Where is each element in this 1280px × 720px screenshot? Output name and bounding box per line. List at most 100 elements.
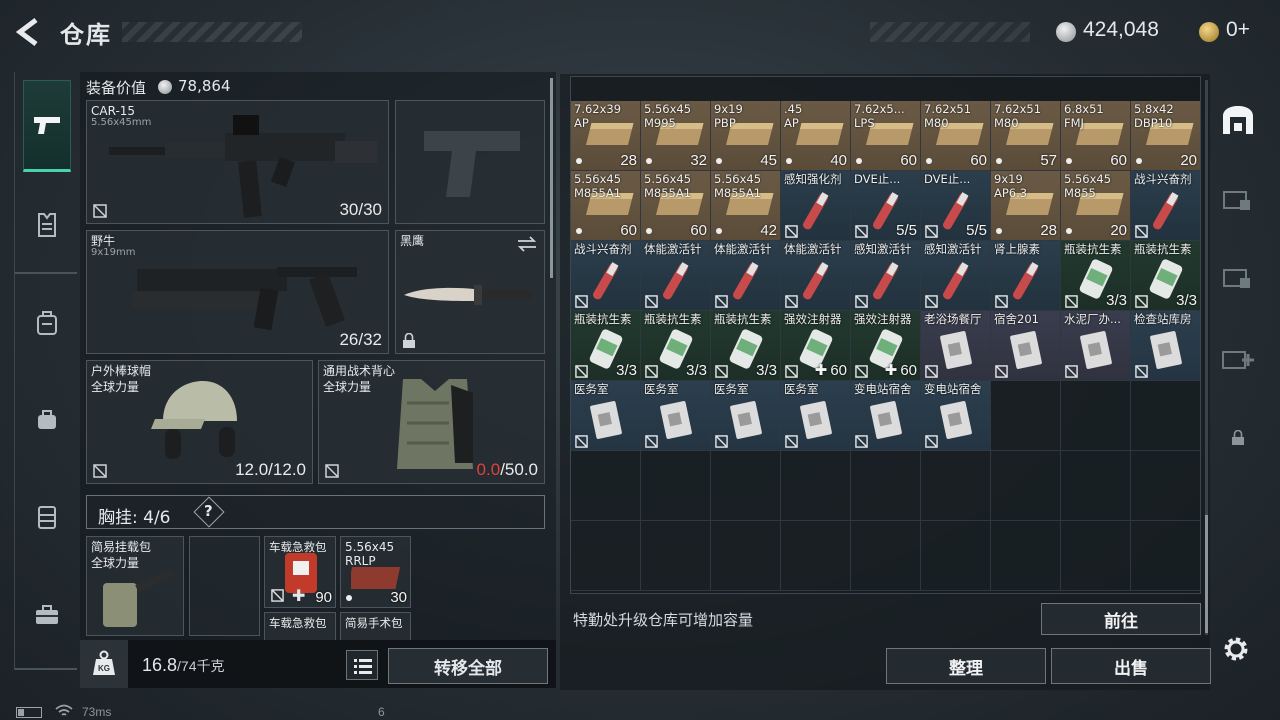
storage-cell[interactable]: 7.62x5... LPS 60 xyxy=(851,101,921,171)
chest-item-slot[interactable]: 车载急救包 ✚ 90 xyxy=(264,536,336,608)
storage-tab-locked[interactable] xyxy=(1214,408,1262,468)
chest-item-slot[interactable]: 车载急救包 xyxy=(264,612,336,640)
storage-cell-empty[interactable] xyxy=(571,451,641,521)
storage-cell-empty[interactable] xyxy=(641,521,711,591)
storage-cell[interactable]: DVE止... 5/5 xyxy=(851,171,921,241)
storage-cell[interactable]: 瓶装抗生素 3/3 xyxy=(1131,241,1200,311)
rail-tab-bag[interactable] xyxy=(23,394,71,444)
storage-cell[interactable]: 战斗兴奋剂 xyxy=(1131,171,1200,241)
helmet-slot[interactable]: 户外棒球帽 全球力量 12.0/12.0 xyxy=(86,360,313,484)
storage-cell-empty[interactable] xyxy=(851,451,921,521)
storage-cell[interactable]: 6.8x51 FMJ 60 xyxy=(1061,101,1131,171)
storage-cell[interactable]: 水泥厂办... xyxy=(1061,311,1131,381)
empty-slot[interactable] xyxy=(189,536,260,636)
rail-tab-weapons[interactable] xyxy=(23,80,71,172)
storage-cell[interactable]: 60 xyxy=(851,76,921,77)
storage-cell-empty[interactable] xyxy=(921,451,991,521)
storage-cell[interactable]: 7.62x51 M80 57 xyxy=(991,101,1061,171)
storage-cell-empty[interactable] xyxy=(711,451,781,521)
gold-balance[interactable]: 0+ xyxy=(1226,18,1250,42)
storage-cell[interactable]: 7.62x51 M80 60 xyxy=(921,101,991,171)
secondary-weapon-slot[interactable]: 野牛 9x19mm 26/32 xyxy=(86,230,389,354)
rail-tab-armor[interactable] xyxy=(23,200,71,250)
storage-grid[interactable]: ⛉ 50⛉ 50⛉ 501060357.62x39 AP285.56x45 M9… xyxy=(570,76,1201,594)
sell-button[interactable]: 出售 xyxy=(1051,648,1211,684)
armor-slot[interactable]: 通用战术背心 全球力量 0.0/50.0 xyxy=(318,360,545,484)
storage-cell[interactable]: 宿舍201 xyxy=(991,311,1061,381)
storage-cell[interactable]: 体能激活针 xyxy=(781,241,851,311)
sort-button[interactable]: 整理 xyxy=(886,648,1046,684)
storage-cell[interactable]: 强效注射器 ✚ 60 xyxy=(781,311,851,381)
transfer-all-button[interactable]: 转移全部 xyxy=(388,648,548,684)
storage-cell-empty[interactable] xyxy=(1061,381,1131,451)
rail-tab-toolbox[interactable] xyxy=(23,590,71,640)
chest-item-slot[interactable]: 5.56x45 RRLP 30 xyxy=(340,536,411,608)
storage-cell[interactable]: 检查站库房 xyxy=(1131,311,1200,381)
storage-cell[interactable]: 医务室 xyxy=(641,381,711,451)
storage-cell-empty[interactable] xyxy=(991,451,1061,521)
storage-cell[interactable]: 瓶装抗生素 3/3 xyxy=(1061,241,1131,311)
goto-button[interactable]: 前往 xyxy=(1041,603,1201,635)
storage-cell[interactable]: 5.56x45 M855A1 60 xyxy=(641,171,711,241)
storage-cell[interactable]: ⛉ 50 xyxy=(641,76,711,77)
storage-cell-empty[interactable] xyxy=(1131,381,1200,451)
storage-tab-3[interactable] xyxy=(1214,246,1262,306)
storage-cell-empty[interactable] xyxy=(851,521,921,591)
chest-item-slot[interactable]: 简易手术包 xyxy=(340,612,411,640)
storage-cell[interactable]: 变电站宿舍 xyxy=(921,381,991,451)
storage-cell[interactable]: .45 AP 40 xyxy=(781,101,851,171)
storage-cell[interactable]: 体能激活针 xyxy=(711,241,781,311)
storage-cell-empty[interactable] xyxy=(921,521,991,591)
storage-cell-empty[interactable] xyxy=(1061,521,1131,591)
chest-rig-slot[interactable]: 简易挂载包 全球力量 xyxy=(86,536,184,636)
storage-scrollbar-thumb[interactable] xyxy=(1205,515,1208,633)
storage-cell[interactable]: 10 xyxy=(781,76,851,77)
storage-cell[interactable]: 7.62x39 AP 28 xyxy=(571,101,641,171)
storage-cell[interactable]: 体能激活针 xyxy=(641,241,711,311)
storage-cell[interactable]: 9x19 PBP 45 xyxy=(711,101,781,171)
storage-cell[interactable]: 9x19 AP6.3 28 xyxy=(991,171,1061,241)
storage-cell[interactable]: 感知激活针 xyxy=(851,241,921,311)
melee-slot[interactable]: 黑鹰 xyxy=(395,230,545,354)
storage-cell[interactable]: ⛉ 50 xyxy=(711,76,781,77)
storage-cell-empty[interactable] xyxy=(641,451,711,521)
rail-tab-vest[interactable] xyxy=(23,492,71,542)
storage-cell-empty[interactable] xyxy=(781,451,851,521)
storage-cell-empty[interactable] xyxy=(991,381,1061,451)
back-button[interactable] xyxy=(14,16,46,48)
storage-cell[interactable]: 35 xyxy=(921,76,991,77)
rail-tab-backpack[interactable] xyxy=(23,298,71,348)
storage-cell[interactable]: 强效注射器 ✚ 60 xyxy=(851,311,921,381)
storage-cell[interactable]: 5.56x45 M855 20 xyxy=(1061,171,1131,241)
storage-cell-empty[interactable] xyxy=(991,521,1061,591)
storage-cell-empty[interactable] xyxy=(781,521,851,591)
storage-tab-main[interactable] xyxy=(1214,90,1262,150)
storage-cell-empty[interactable] xyxy=(711,521,781,591)
storage-cell[interactable]: 瓶装抗生素 3/3 xyxy=(641,311,711,381)
storage-cell-empty[interactable] xyxy=(1131,451,1200,521)
storage-cell[interactable]: 老浴场餐厅 xyxy=(921,311,991,381)
equipment-scrollbar[interactable] xyxy=(550,78,553,278)
storage-cell[interactable]: ⛉ 50 xyxy=(571,76,641,77)
storage-cell[interactable]: 医务室 xyxy=(781,381,851,451)
storage-cell[interactable]: 感知激活针 xyxy=(921,241,991,311)
storage-tab-add[interactable] xyxy=(1214,328,1262,388)
storage-cell[interactable]: DVE止... 5/5 xyxy=(921,171,991,241)
storage-cell[interactable]: 医务室 xyxy=(711,381,781,451)
storage-cell[interactable]: 5.8x42 DBP10 20 xyxy=(1131,101,1200,171)
storage-cell-empty[interactable] xyxy=(1131,521,1200,591)
storage-cell[interactable]: 瓶装抗生素 3/3 xyxy=(711,311,781,381)
storage-cell-empty[interactable] xyxy=(571,521,641,591)
storage-cell[interactable]: 5.56x45 M995 32 xyxy=(641,101,711,171)
storage-cell[interactable]: 医务室 xyxy=(571,381,641,451)
primary-weapon-slot[interactable]: CAR-15 5.56x45mm 30/30 xyxy=(86,100,389,224)
storage-cell[interactable]: 肾上腺素 xyxy=(991,241,1061,311)
swap-icon[interactable] xyxy=(516,236,538,252)
storage-cell[interactable]: 瓶装抗生素 3/3 xyxy=(571,311,641,381)
pistol-slot[interactable] xyxy=(395,100,545,224)
storage-cell-empty[interactable] xyxy=(1061,451,1131,521)
storage-cell[interactable]: 变电站宿舍 xyxy=(851,381,921,451)
storage-cell[interactable]: 战斗兴奋剂 xyxy=(571,241,641,311)
list-view-button[interactable] xyxy=(346,650,378,680)
storage-cell[interactable]: 5.56x45 M855A1 60 xyxy=(571,171,641,241)
